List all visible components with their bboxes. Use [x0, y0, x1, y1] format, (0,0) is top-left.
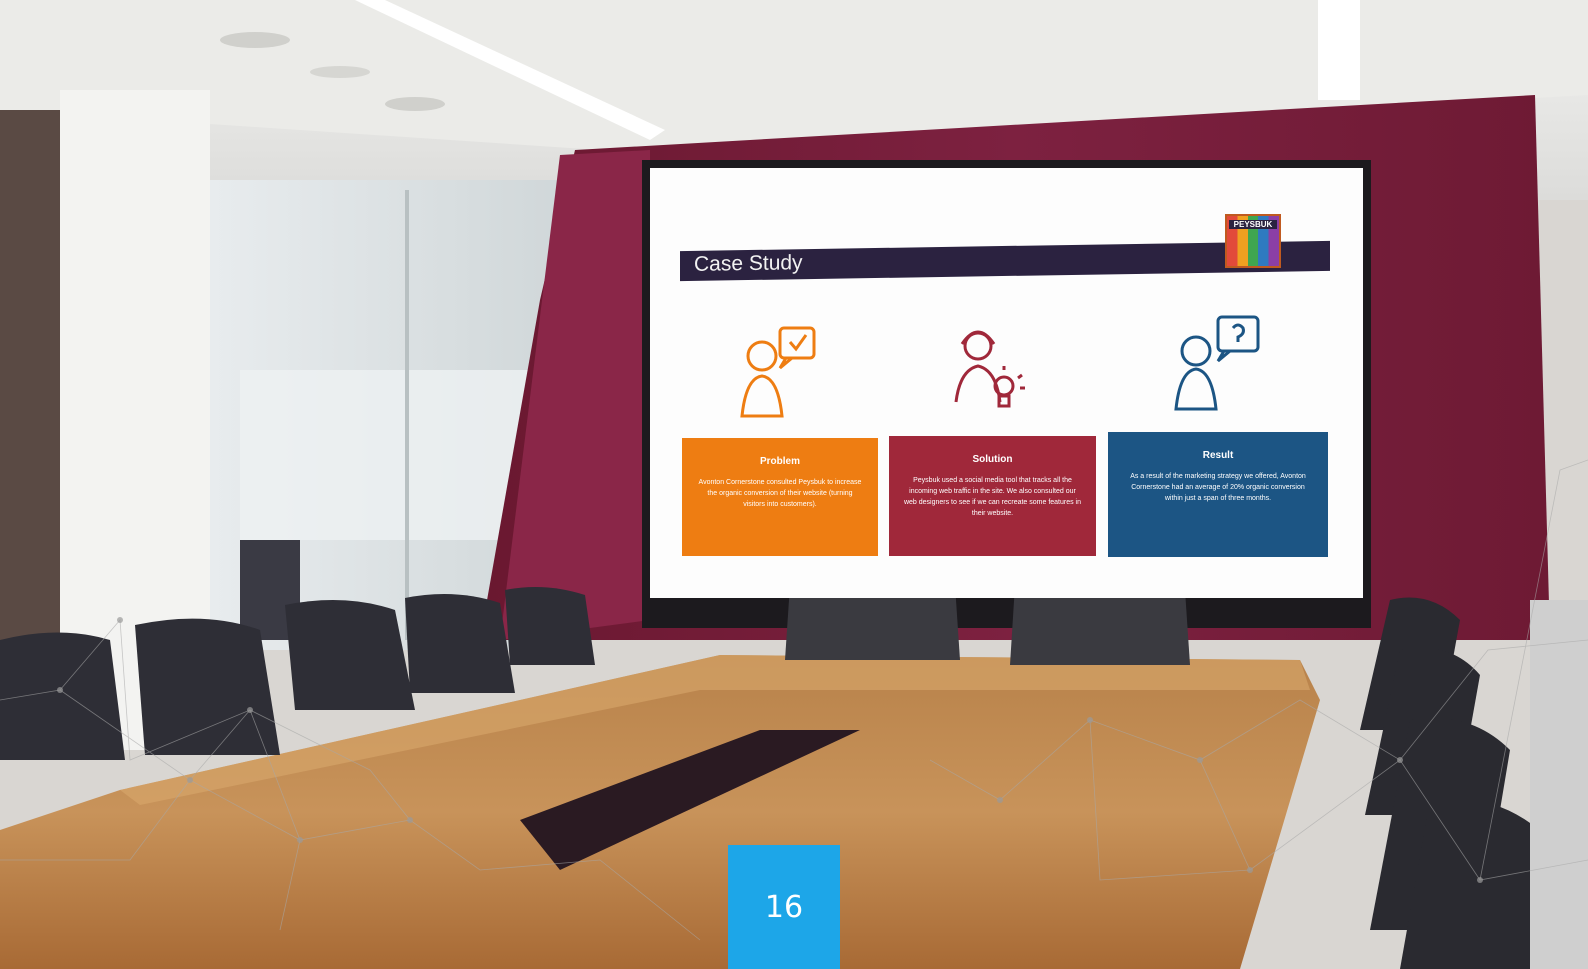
- solution-heading: Solution: [972, 454, 1013, 465]
- page-number-badge: 16: [728, 845, 840, 969]
- problem-heading: Problem: [759, 456, 800, 467]
- logo-text: PEYSBUK: [1229, 220, 1277, 229]
- presentation-slide: Case Study PEYSBUK Problem Avonton Corne…: [650, 168, 1363, 598]
- conference-room-photo: Case Study PEYSBUK Problem Avonton Corne…: [0, 0, 1588, 969]
- solution-box: Solution Peysbuk used a social media too…: [889, 436, 1096, 556]
- problem-box: Problem Avonton Cornerstone consulted Pe…: [682, 438, 878, 556]
- problem-body: Avonton Cornerstone consulted Peysbuk to…: [698, 479, 862, 508]
- support-agent-lightbulb-icon: [954, 330, 1025, 408]
- person-question-speech-icon: [1174, 315, 1260, 411]
- solution-body: Peysbuk used a social media tool that tr…: [903, 477, 1082, 517]
- result-box: Result As a result of the marketing stra…: [1108, 432, 1328, 557]
- person-checkmark-speech-icon: [740, 326, 816, 418]
- result-body: As a result of the marketing strategy we…: [1130, 473, 1306, 502]
- peysbuk-logo: PEYSBUK: [1225, 214, 1281, 268]
- result-heading: Result: [1202, 450, 1234, 461]
- slide-title: Case Study: [694, 251, 803, 276]
